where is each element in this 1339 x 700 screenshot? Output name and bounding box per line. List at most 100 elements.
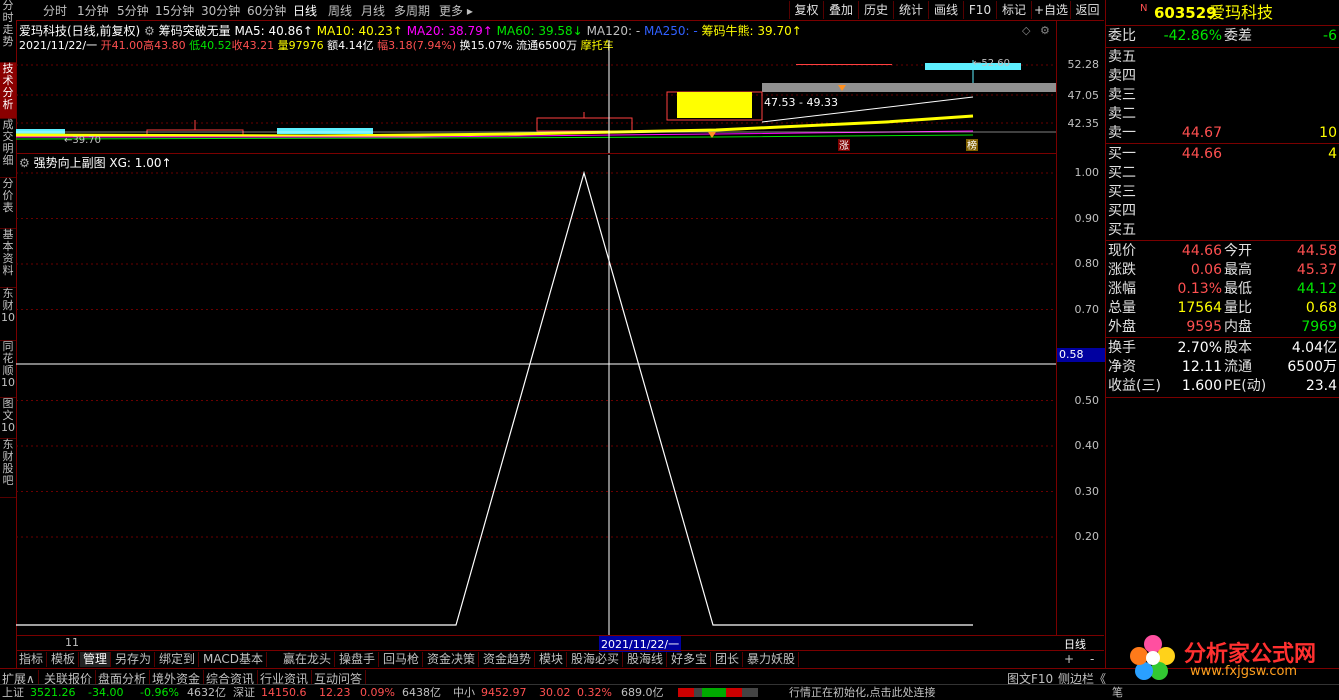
settings-small-icon[interactable]: ⚙ (1040, 24, 1050, 37)
period-weekly[interactable]: 周线 (328, 2, 352, 19)
badge-rank-text: 榜 (967, 139, 977, 152)
connection-status-message[interactable]: 行情正在初始化,点击此处连接 (789, 685, 936, 700)
sh-index-label[interactable]: 上证 (2, 685, 24, 700)
indicator-tab[interactable]: 赢在龙头 (280, 652, 336, 667)
book-label: 卖五 (1108, 49, 1136, 65)
ma10-label: MA10: 40.23↑ (316, 24, 403, 38)
indicator-tab[interactable]: 股海线 (624, 652, 668, 667)
bid-row[interactable]: 买五 (1106, 221, 1339, 240)
indicator-tab[interactable]: 绑定到 (156, 652, 200, 667)
sub-y-label: 0.50 (1074, 393, 1100, 407)
indicator-tab[interactable]: 操盘手 (336, 652, 380, 667)
period-15min[interactable]: 15分钟 (155, 2, 194, 19)
ask-row[interactable]: 卖二 (1106, 105, 1339, 124)
candlestick-chart[interactable]: ←39.70 ←52.60 47.53 - 49.33 涨 榜 (16, 40, 1056, 153)
ma5-label: MA5: 40.86↑ (234, 24, 313, 38)
fund-label: 收益(三) (1108, 378, 1161, 394)
zx-index-value: 9452.97 (481, 686, 527, 699)
overlay-button[interactable]: 叠加 (823, 1, 858, 19)
quote-label: 现价 (1108, 243, 1136, 259)
indicator-tab[interactable]: 好多宝 (668, 652, 712, 667)
quote-value: 9595 (1186, 319, 1222, 335)
zx-index-label[interactable]: 中小 (453, 685, 475, 700)
indicator-tab[interactable]: 管理 (80, 652, 112, 667)
sub-y-label: 0.80 (1074, 257, 1100, 270)
vtab-tech-analysis[interactable]: 技术分析 (0, 63, 16, 119)
bid-row[interactable]: 买四 (1106, 202, 1339, 221)
indicator-tab[interactable]: MACD基本 (200, 652, 267, 667)
settings-gear-icon[interactable]: ⚙ (144, 24, 155, 38)
vtab-tuwen10[interactable]: 图文10 (0, 398, 16, 439)
ask-row[interactable]: 卖三 (1106, 86, 1339, 105)
fund-label: 流通 (1224, 359, 1252, 375)
indicator-tab[interactable]: 指标 (16, 652, 48, 667)
vtab-timeshare[interactable]: 分时走势 (0, 0, 16, 63)
vtab-basic-info[interactable]: 基本资料 (0, 229, 16, 288)
indicator-tab[interactable]: 资金决策 (424, 652, 480, 667)
vtab-dongcai-guba[interactable]: 东财股吧 (0, 439, 16, 498)
chip-range-bar (762, 83, 1056, 92)
sz-index-label[interactable]: 深证 (233, 685, 255, 700)
fund-value: 4.04亿 (1291, 340, 1337, 356)
period-5min[interactable]: 5分钟 (117, 2, 149, 19)
vtab-tonghuashun10[interactable]: 同花顺10 (0, 341, 16, 398)
ask-row[interactable]: 卖四 (1106, 67, 1339, 86)
vtab-price-table[interactable]: 分价表 (0, 178, 16, 229)
history-button[interactable]: 历史 (858, 1, 893, 19)
quote-label: 量比 (1224, 300, 1252, 316)
indicator-tab[interactable]: 资金趋势 (480, 652, 536, 667)
flower-logo-icon (1130, 635, 1175, 680)
book-label: 买五 (1108, 222, 1136, 238)
quote-label: 涨幅 (1108, 281, 1136, 297)
period-multi[interactable]: 多周期 (394, 2, 430, 19)
indicator-tab[interactable]: 模板 (48, 652, 80, 667)
ma250-label: MA250: - (644, 24, 698, 38)
weicha-label: 委差 (1224, 28, 1252, 44)
indicator-tab[interactable]: 股海必买 (568, 652, 624, 667)
period-more[interactable]: 更多 ▸ (439, 2, 473, 19)
weibi-row: 委比 -42.86% 委差 -6 (1106, 27, 1339, 46)
indicator-tab[interactable]: 回马枪 (380, 652, 424, 667)
zoom-out-icon[interactable]: - (1090, 652, 1094, 666)
ask-row[interactable]: 卖一 44.67 10 (1106, 124, 1339, 143)
stats-button[interactable]: 统计 (893, 1, 928, 19)
indicator-tab[interactable]: 另存为 (112, 652, 156, 667)
period-60min[interactable]: 60分钟 (247, 2, 286, 19)
period-timeshare[interactable]: 分时 (43, 2, 67, 19)
period-daily[interactable]: 日线 (293, 2, 317, 19)
period-1min[interactable]: 1分钟 (77, 2, 109, 19)
indicator-tab[interactable]: 模块 (536, 652, 568, 667)
sz-index-value: 14150.6 (261, 686, 307, 699)
site-watermark: 分析家公式网 www.fxjgsw.com (1128, 632, 1336, 684)
sh-index-change: -34.00 (88, 686, 124, 699)
period-monthly[interactable]: 月线 (361, 2, 385, 19)
ask-row[interactable]: 卖五 (1106, 48, 1339, 67)
book-volume: 4 (1328, 146, 1337, 162)
mark-button[interactable]: 标记 (996, 1, 1031, 19)
zoom-in-icon[interactable]: + (1064, 652, 1074, 666)
sub-y-label: 0.40 (1074, 439, 1100, 452)
indicator-tabs: 指标 模板 管理 另存为 绑定到 MACD基本 赢在龙头 操盘手 回马枪 资金决策 资金趋势 模块 股海… (16, 650, 1104, 668)
add-watchlist-button[interactable]: +自选 (1031, 1, 1070, 19)
xg-line (16, 170, 973, 626)
indicator-tab[interactable]: 暴力妖股 (744, 652, 800, 667)
fuquan-button[interactable]: 复权 (789, 1, 823, 19)
strength-subchart[interactable] (16, 155, 1056, 635)
quote-value: 44.12 (1296, 281, 1337, 297)
bid-row[interactable]: 买三 (1106, 183, 1339, 202)
expand-diamond-icon[interactable]: ◇ (1022, 24, 1030, 37)
draw-line-button[interactable]: 画线 (928, 1, 963, 19)
vtab-trade-detail[interactable]: 成交明细 (0, 119, 16, 178)
vtab-dongcai10[interactable]: 东财10 (0, 288, 16, 341)
high-price-annotation: ←52.60 (973, 58, 1010, 69)
indicator-tab[interactable]: 团长 (712, 652, 744, 667)
fundamental-row: 净资 12.11 流通 6500万 (1106, 358, 1339, 377)
bid-row[interactable]: 买二 (1106, 164, 1339, 183)
f10-button[interactable]: F10 (963, 1, 996, 19)
bid-row[interactable]: 买一 44.66 4 (1106, 145, 1339, 164)
back-button[interactable]: 返回 (1070, 1, 1104, 19)
indicator-name[interactable]: 筹码突破无量 (159, 24, 231, 38)
sub-y-label: 0.70 (1074, 302, 1100, 316)
range-label: 47.53 - 49.33 (764, 96, 838, 109)
period-30min[interactable]: 30分钟 (201, 2, 240, 19)
